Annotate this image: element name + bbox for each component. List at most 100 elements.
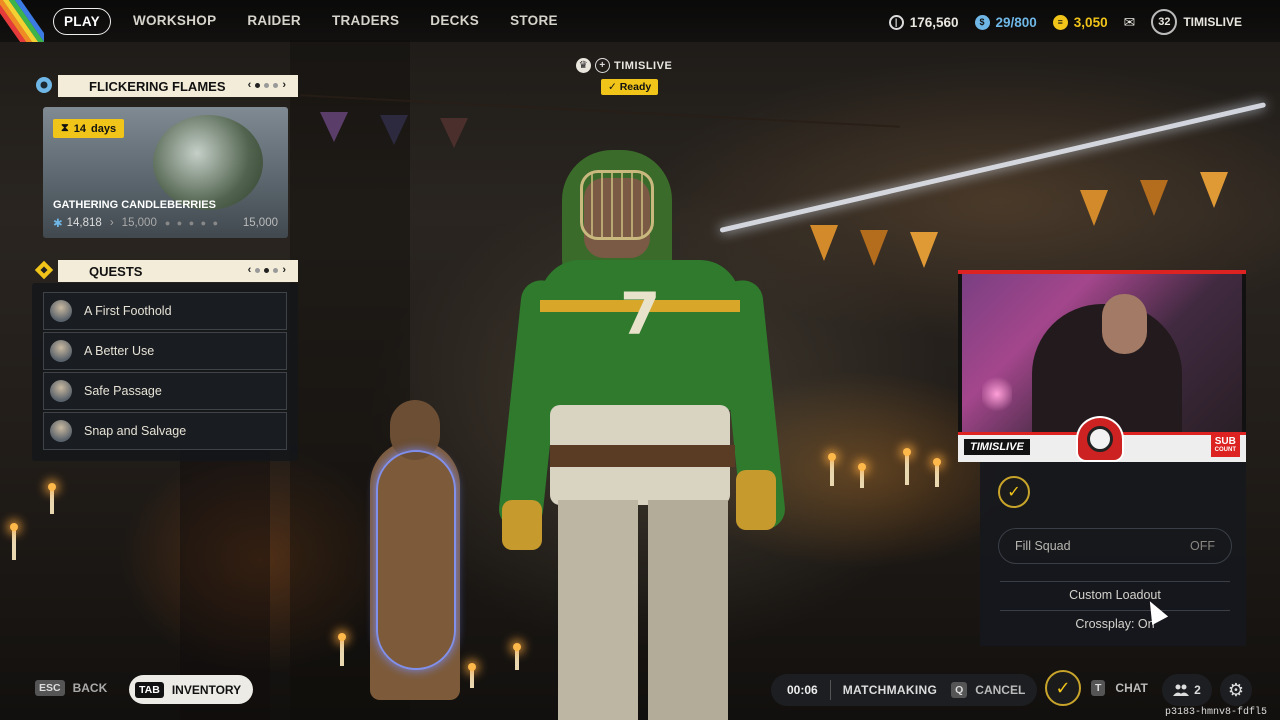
candle bbox=[828, 453, 836, 486]
days-left-badge: ⧗ 14 days bbox=[53, 119, 125, 138]
nav-store[interactable]: STORE bbox=[510, 8, 558, 35]
quest-item[interactable]: Snap and Salvage bbox=[43, 412, 287, 450]
candle bbox=[338, 633, 346, 666]
quests-title: QUESTS bbox=[89, 263, 143, 279]
squad-member-name: TIMISLIVE bbox=[614, 59, 673, 72]
nav-raider[interactable]: RAIDER bbox=[247, 8, 301, 35]
quest-diamond-icon bbox=[32, 258, 56, 282]
quest-item[interactable]: Safe Passage bbox=[43, 372, 287, 410]
quest-giver-avatar bbox=[50, 300, 72, 322]
player-level-badge: 32 bbox=[1151, 9, 1178, 35]
add-icon[interactable]: + bbox=[595, 58, 610, 73]
quest-giver-avatar bbox=[50, 380, 72, 402]
background-statue bbox=[350, 400, 480, 700]
inventory-button[interactable]: TAB INVENTORY bbox=[129, 675, 254, 704]
coins-stat[interactable]: | 176,560 bbox=[888, 14, 959, 30]
event-title: FLICKERING FLAMES bbox=[89, 78, 226, 94]
quest-giver-avatar bbox=[50, 340, 72, 362]
fill-squad-toggle[interactable]: Fill Squad OFF bbox=[998, 528, 1232, 564]
esc-key: ESC bbox=[35, 680, 65, 696]
bunting-flag bbox=[910, 232, 938, 268]
gear-icon bbox=[32, 73, 56, 97]
candle bbox=[513, 643, 521, 670]
gear-icon: ✱ bbox=[53, 218, 63, 230]
friends-count: 2 bbox=[1194, 683, 1201, 697]
mail-button[interactable]: ✉ bbox=[1124, 14, 1136, 31]
nav-play[interactable]: PLAY bbox=[53, 8, 111, 35]
bunting-flag bbox=[1140, 180, 1168, 216]
quest-giver-avatar bbox=[50, 420, 72, 442]
player-name: TIMISLIVE bbox=[1183, 15, 1242, 29]
nav-workshop[interactable]: WORKSHOP bbox=[133, 8, 216, 35]
matchmaking-bar: 00:06 MATCHMAKING Q CANCEL bbox=[771, 674, 1037, 706]
chevron-right-icon[interactable]: › bbox=[282, 79, 286, 91]
cred-icon: ≡ bbox=[1052, 14, 1068, 30]
tool-belt bbox=[550, 445, 735, 467]
bulldog-mascot-logo bbox=[1076, 416, 1124, 462]
cred-stat[interactable]: ≡ 3,050 bbox=[1052, 14, 1108, 30]
main-nav: PLAY WORKSHOP RAIDER TRADERS DECKS STORE bbox=[53, 8, 589, 35]
bunting-flag bbox=[320, 112, 348, 142]
settings-button[interactable]: ⚙ bbox=[1220, 674, 1252, 706]
coin-icon: | bbox=[888, 14, 904, 30]
friends-button[interactable]: 2 bbox=[1162, 674, 1212, 706]
sub-count-badge: SUB COUNT bbox=[1210, 435, 1240, 457]
chevron-left-icon[interactable]: ‹ bbox=[248, 79, 252, 91]
candle bbox=[10, 523, 18, 560]
t-key: T bbox=[1091, 680, 1106, 696]
nav-decks[interactable]: DECKS bbox=[430, 8, 479, 35]
divider bbox=[1000, 610, 1230, 611]
quest-item[interactable]: A First Foothold bbox=[43, 292, 287, 330]
squad-member-tag: ♛ + TIMISLIVE bbox=[576, 58, 672, 73]
divider bbox=[1000, 581, 1230, 582]
bunting-flag bbox=[380, 115, 408, 145]
currency-stats: | 176,560 $ 29/800 ≡ 3,050 ✉ 32 TIMISLIV… bbox=[888, 9, 1242, 35]
bunting-flag bbox=[1200, 172, 1228, 208]
quest-list: A First Foothold A Better Use Safe Passa… bbox=[32, 283, 298, 461]
quest-item[interactable]: A Better Use bbox=[43, 332, 287, 370]
event-panel-header: FLICKERING FLAMES ‹ › bbox=[36, 75, 298, 97]
back-button[interactable]: ESC BACK bbox=[35, 680, 107, 696]
fill-squad-value: OFF bbox=[1190, 539, 1215, 553]
top-navigation-bar: PLAY WORKSHOP RAIDER TRADERS DECKS STORE… bbox=[0, 0, 1280, 42]
q-key: Q bbox=[951, 682, 968, 698]
chevron-right-icon[interactable]: › bbox=[282, 264, 286, 276]
progress-current: 14,818 bbox=[66, 217, 102, 229]
squad-options-panel: ✓ Fill Squad OFF Custom Loadout Crosspla… bbox=[980, 462, 1246, 646]
nav-traders[interactable]: TRADERS bbox=[332, 8, 399, 35]
streamer-webcam-overlay: TIMISLIVE SUB COUNT bbox=[958, 270, 1246, 462]
progress-dots: ● ● ● ● ● bbox=[164, 218, 221, 228]
custom-loadout-button[interactable]: Custom Loadout bbox=[1000, 588, 1230, 602]
cred-value: 3,050 bbox=[1073, 14, 1108, 30]
squad-leader-badge-icon[interactable]: ✓ bbox=[1045, 670, 1081, 706]
raider-character: 7 bbox=[497, 140, 787, 720]
candle bbox=[858, 463, 866, 488]
neon-light-string bbox=[376, 450, 456, 670]
candleberry-bush-image bbox=[153, 115, 263, 210]
quests-panel-header: QUESTS ‹ › bbox=[34, 260, 298, 282]
matchmaking-timer: 00:06 bbox=[787, 683, 818, 697]
raider-tokens-stat[interactable]: $ 29/800 bbox=[974, 14, 1037, 30]
tab-key: TAB bbox=[135, 681, 164, 698]
event-pager: ‹ › bbox=[248, 79, 286, 91]
crossplay-toggle[interactable]: Crossplay: On bbox=[1000, 617, 1230, 631]
player-profile[interactable]: 32 TIMISLIVE bbox=[1151, 9, 1242, 35]
event-progress: ✱ 14,818 › 15,000 ● ● ● ● ● 15,000 bbox=[53, 216, 278, 230]
friends-icon bbox=[1173, 684, 1190, 696]
crown-icon: ♛ bbox=[576, 58, 591, 73]
squad-leader-badge-icon: ✓ bbox=[998, 476, 1030, 508]
bunting-flag bbox=[810, 225, 838, 261]
candle bbox=[48, 483, 56, 514]
bunting-flag bbox=[440, 118, 468, 148]
chevron-left-icon[interactable]: ‹ bbox=[248, 264, 252, 276]
chevron-right-icon: › bbox=[109, 217, 114, 229]
progress-max: 15,000 bbox=[242, 217, 278, 229]
cancel-matchmaking-button[interactable]: CANCEL bbox=[975, 683, 1025, 697]
raider-tokens-value: 29/800 bbox=[995, 14, 1037, 30]
hourglass-icon: ⧗ bbox=[61, 122, 69, 134]
event-card[interactable]: ⧗ 14 days GATHERING CANDLEBERRIES ✱ 14,8… bbox=[43, 107, 288, 238]
mail-icon: ✉ bbox=[1123, 13, 1136, 30]
quests-pager: ‹ › bbox=[248, 264, 286, 276]
coins-value: 176,560 bbox=[909, 14, 959, 30]
chat-button[interactable]: T CHAT bbox=[1091, 680, 1148, 696]
